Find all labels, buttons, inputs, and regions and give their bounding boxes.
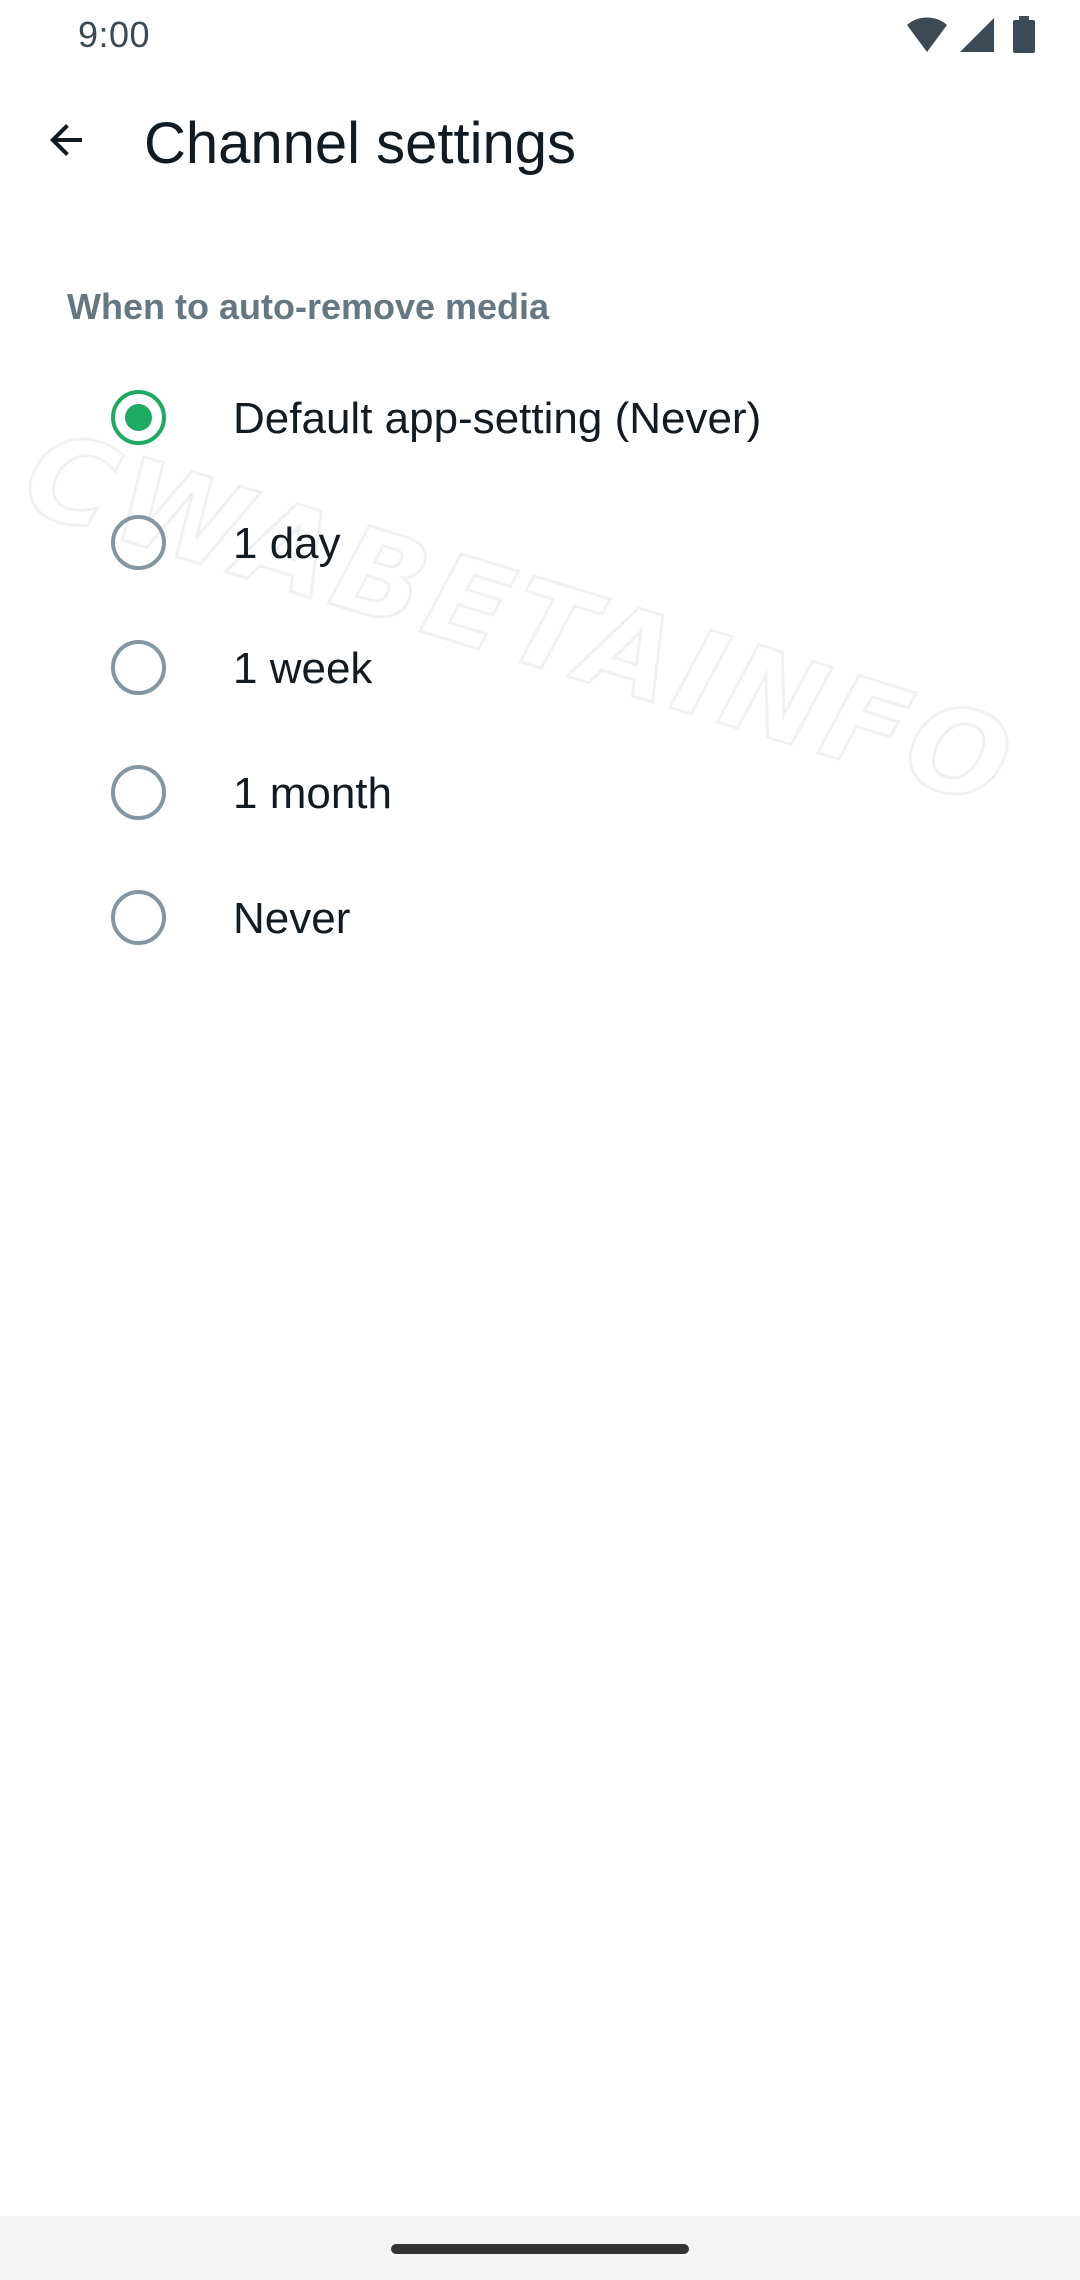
radio-button[interactable]: [111, 390, 166, 445]
option-label: 1 day: [233, 519, 341, 568]
option-label: 1 month: [233, 769, 392, 818]
app-bar: Channel settings: [0, 72, 1080, 216]
option-default[interactable]: Default app-setting (Never): [0, 355, 1080, 480]
radio-button[interactable]: [111, 515, 166, 570]
navigation-bar: [0, 2216, 1080, 2280]
radio-button[interactable]: [111, 765, 166, 820]
option-label: Never: [233, 894, 351, 943]
option-label: 1 week: [233, 644, 373, 693]
status-time: 9:00: [78, 14, 151, 55]
arrow-left-icon: [50, 124, 82, 156]
back-button[interactable]: [26, 100, 106, 180]
wifi-icon: [907, 17, 947, 52]
radio-button[interactable]: [111, 890, 166, 945]
option-label: Default app-setting (Never): [233, 394, 762, 443]
cellular-signal-icon: [960, 18, 994, 52]
auto-remove-options: Default app-setting (Never) 1 day 1 week…: [0, 355, 1080, 980]
option-1-week[interactable]: 1 week: [0, 605, 1080, 730]
option-1-day[interactable]: 1 day: [0, 480, 1080, 605]
radio-button[interactable]: [111, 640, 166, 695]
section-header: When to auto-remove media: [67, 286, 550, 327]
page-title: Channel settings: [144, 111, 577, 176]
status-bar: 9:00: [0, 0, 1080, 72]
gesture-handle[interactable]: [391, 2244, 689, 2254]
option-never[interactable]: Never: [0, 855, 1080, 980]
option-1-month[interactable]: 1 month: [0, 730, 1080, 855]
battery-icon: [1013, 16, 1035, 53]
